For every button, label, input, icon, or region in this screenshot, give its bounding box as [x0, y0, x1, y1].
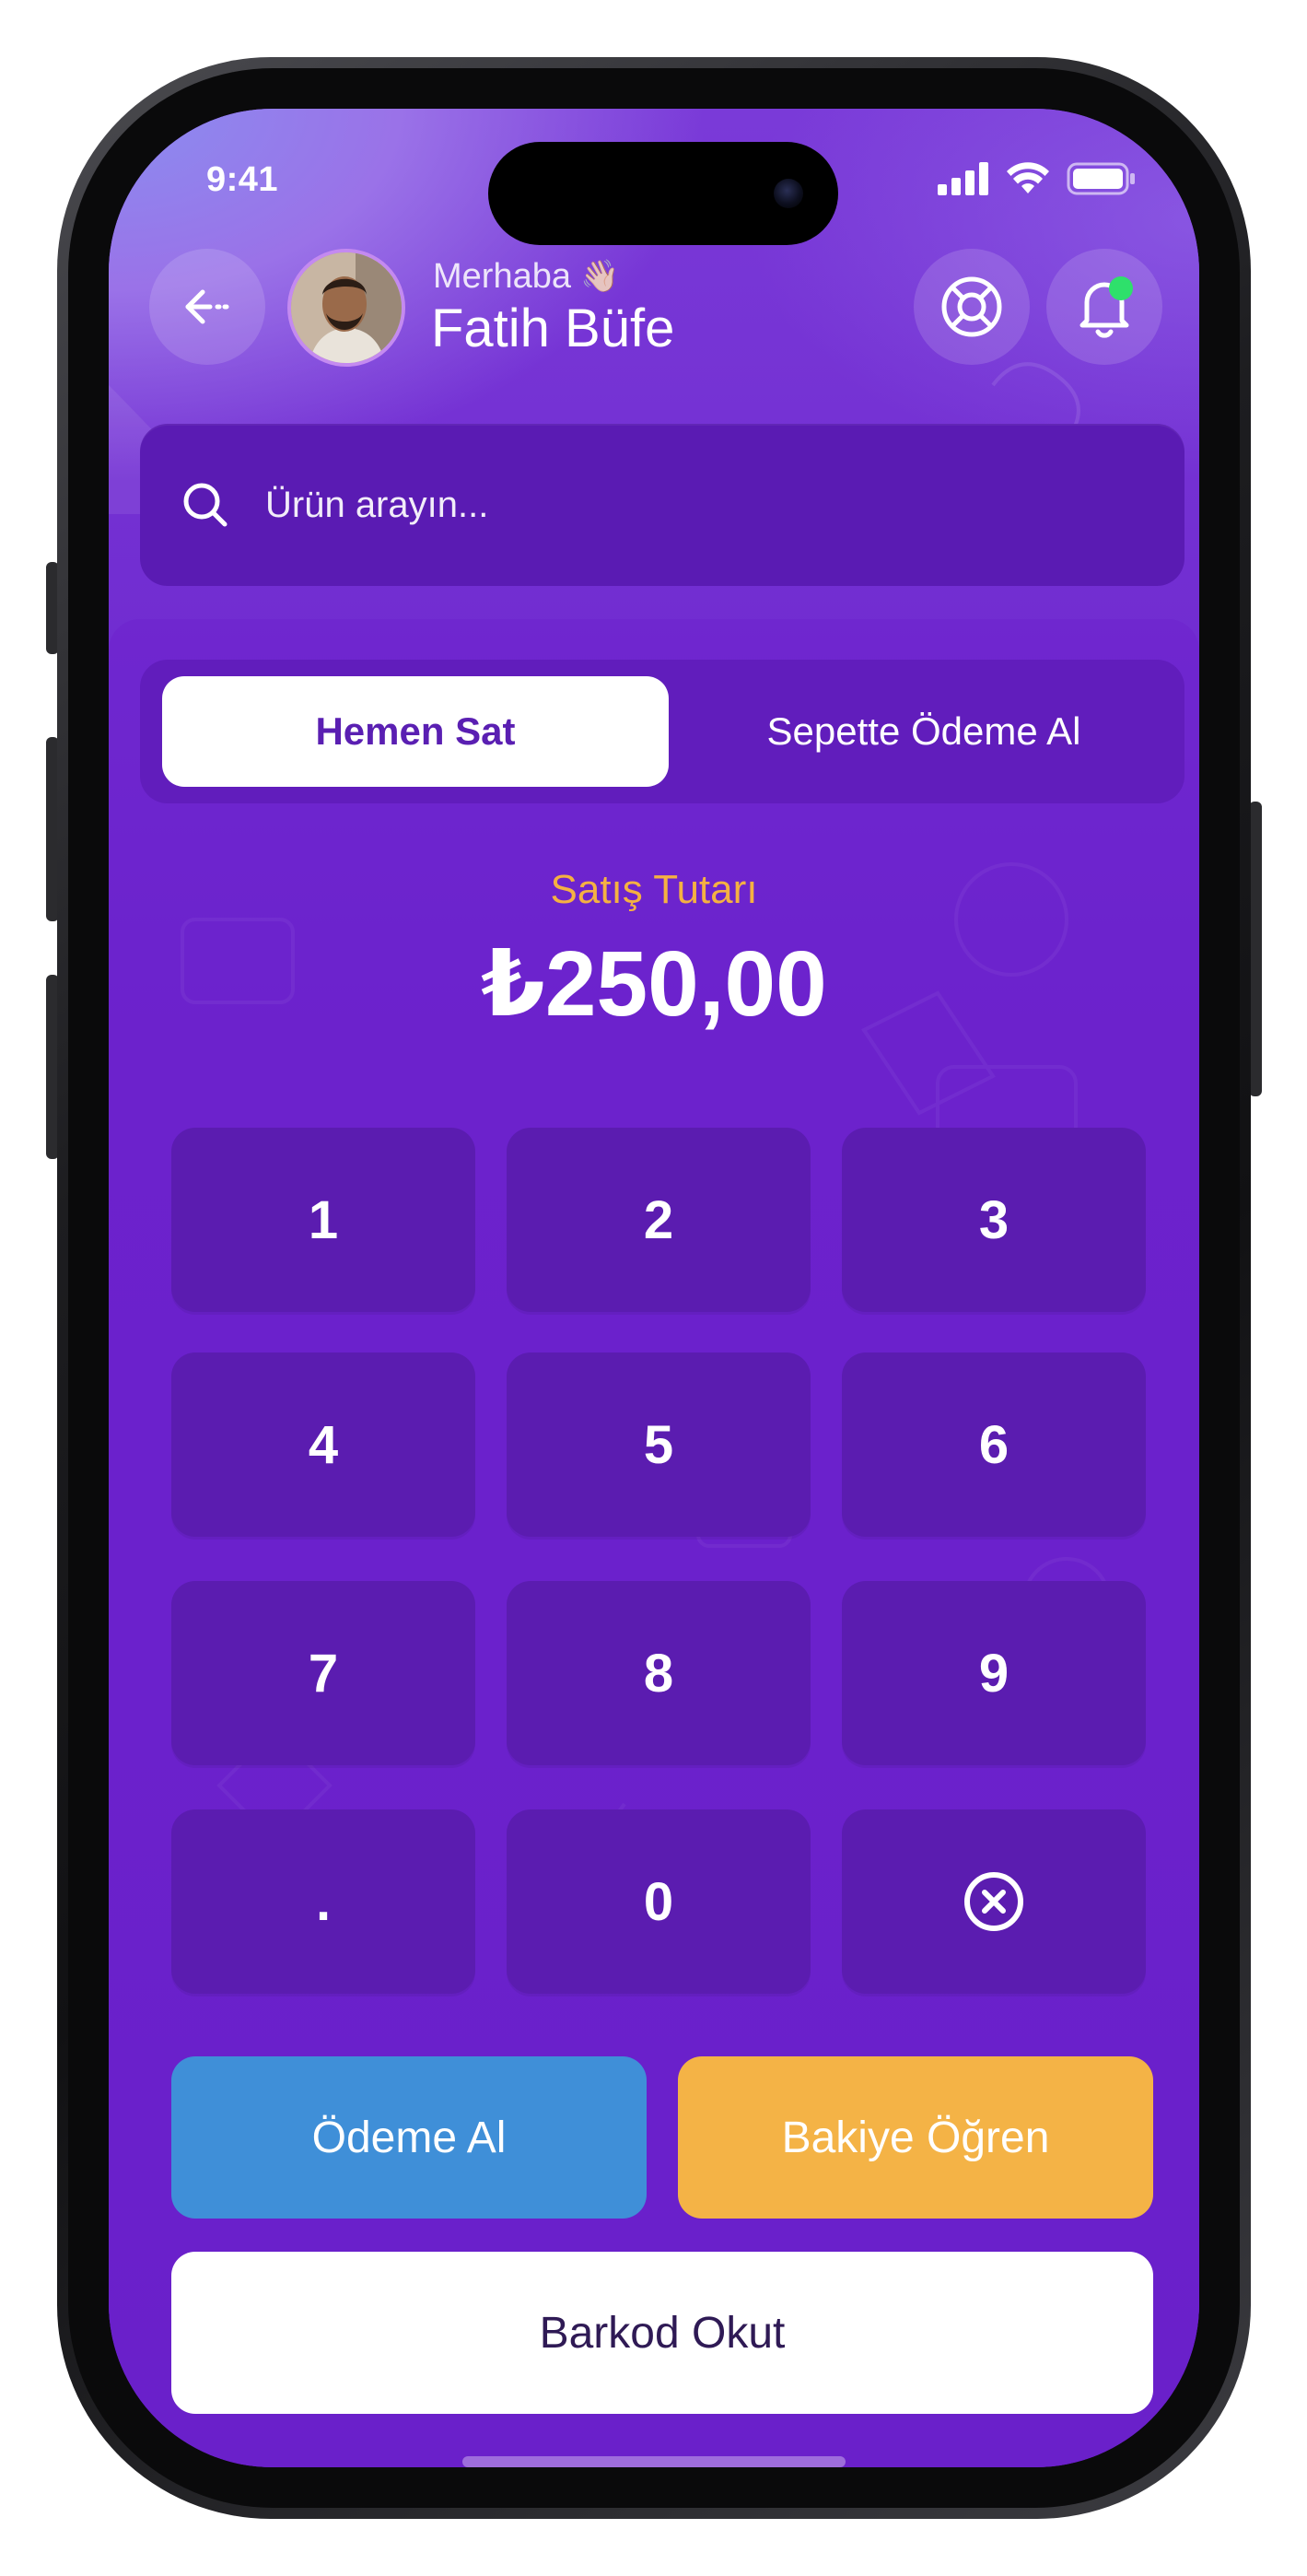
tab-sepette-odeme-al[interactable]: Sepette Ödeme Al: [671, 676, 1177, 787]
status-time: 9:41: [206, 160, 279, 199]
key-2[interactable]: 2: [507, 1128, 811, 1312]
power-button: [1249, 802, 1262, 1096]
notification-dot: [1109, 276, 1133, 300]
search-placeholder: Ürün arayın...: [265, 484, 489, 525]
key-1[interactable]: 1: [171, 1128, 475, 1312]
key-9[interactable]: 9: [842, 1581, 1146, 1765]
support-lifebuoy-icon: [941, 276, 1002, 337]
back-button[interactable]: [149, 249, 265, 365]
user-photo: [291, 252, 402, 363]
search-icon-wrap: [182, 480, 232, 530]
key-delete[interactable]: [842, 1809, 1146, 1994]
greeting: Merhaba 👋🏻: [433, 252, 619, 300]
avatar[interactable]: [287, 249, 405, 367]
battery-icon: [1067, 162, 1135, 195]
amount-label: Satış Tutarı: [550, 867, 758, 912]
balance-check-button[interactable]: Bakiye Öğren: [678, 2056, 1153, 2219]
search-icon: [183, 483, 228, 527]
front-camera: [774, 179, 803, 208]
key-6[interactable]: 6: [842, 1352, 1146, 1537]
key-7[interactable]: 7: [171, 1581, 475, 1765]
key-5[interactable]: 5: [507, 1352, 811, 1537]
app-screen: 9:41 Merhaba 👋🏻 Fatih Büfe Ürün arayın..…: [109, 109, 1199, 2467]
payment-button[interactable]: Ödeme Al: [171, 2056, 647, 2219]
scan-barcode-button[interactable]: Barkod Okut: [171, 2252, 1153, 2414]
amount-value: ₺250,00: [481, 932, 827, 1036]
tab-hemen-sat[interactable]: Hemen Sat: [162, 676, 669, 787]
back-arrow-icon: [185, 289, 229, 324]
support-button[interactable]: [914, 249, 1030, 365]
notifications-button[interactable]: [1046, 249, 1162, 365]
dynamic-island: [488, 142, 838, 245]
status-icons: [938, 158, 1137, 199]
key-4[interactable]: 4: [171, 1352, 475, 1537]
key-3[interactable]: 3: [842, 1128, 1146, 1312]
waving-hand-emoji: 👋🏻: [579, 258, 620, 295]
search-bar[interactable]: Ürün arayın...: [140, 424, 1184, 586]
user-name: Fatih Büfe: [431, 299, 675, 358]
wifi-icon: [1007, 162, 1049, 193]
key-8[interactable]: 8: [507, 1581, 811, 1765]
key-decimal[interactable]: .: [171, 1809, 475, 1994]
cellular-signal-icon: [938, 162, 988, 195]
greeting-text: Merhaba: [433, 257, 571, 296]
key-0[interactable]: 0: [507, 1809, 811, 1994]
clear-circle-x-icon: [964, 1872, 1023, 1931]
home-indicator[interactable]: [462, 2456, 846, 2467]
